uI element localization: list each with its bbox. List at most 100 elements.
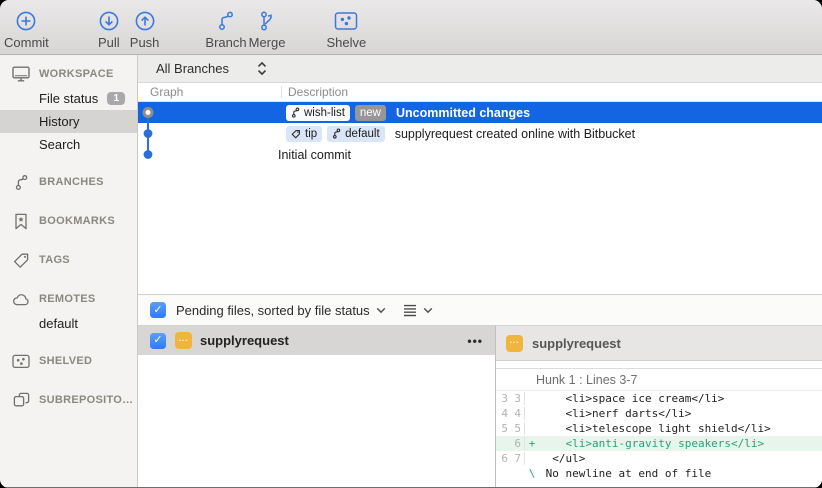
pending-files-bar: ✓ Pending files, sorted by file status [138,294,822,326]
branch-icon [11,174,31,191]
diff-file-name: supplyrequest [532,336,621,351]
more-actions-button[interactable]: ••• [467,334,483,348]
branch-button[interactable]: Branch [205,8,246,50]
sidebar-section-subrepositories[interactable]: SUBREPOSITO… [0,387,137,413]
column-divider[interactable] [281,86,282,98]
new-badge: new [355,105,386,121]
checkmark-icon: ✓ [153,335,162,346]
branch-filter-value: All Branches [156,61,229,76]
pending-checkbox[interactable]: ✓ [150,302,166,318]
branch-badge: wish-list [286,105,350,121]
sidebar-item-default-remote[interactable]: default [0,312,137,335]
sort-menu-button[interactable] [403,304,433,317]
sidebar-section-remotes[interactable]: REMOTES [0,286,137,312]
column-header-graph[interactable]: Graph [138,85,281,99]
sidebar-item-file-status[interactable]: File status 1 [0,87,137,110]
search-label: Search [39,137,80,152]
branch-badge-label: wish-list [304,107,345,119]
line-number-old [496,437,508,450]
sidebar-section-branches[interactable]: BRANCHES [0,169,137,195]
sidebar-section-shelved[interactable]: SHELVED [0,348,137,374]
modified-file-icon: ··· [175,332,192,349]
subrepositories-icon [11,392,31,408]
commit-icon [15,8,37,33]
line-number-old: 5 [496,422,508,435]
workspace-label: WORKSPACE [39,68,114,80]
pull-button[interactable]: Pull [98,8,120,50]
diff-file-header: ··· supplyrequest [496,326,822,361]
tag-icon [11,252,31,268]
line-number-new: 3 [508,392,521,405]
line-number-new: 6 [508,437,521,450]
diff-code: No newline at end of file [539,467,711,480]
commit-row-tip[interactable]: tip default supplyrequest created online… [138,123,822,144]
pull-icon [98,8,120,33]
bookmarks-label: BOOKMARKS [39,215,115,227]
commit-message: supplyrequest created online with Bitbuc… [395,127,635,141]
diff-marker: + [525,437,539,450]
hunk-header: Hunk 1 : Lines 3-7 [496,369,822,391]
hamburger-icon [403,304,417,317]
shelve-icon [334,8,358,33]
merge-icon [259,8,276,33]
subrepositories-label: SUBREPOSITO… [39,394,133,406]
diff-line: 67 </ul> [496,451,822,466]
diff-line-no-newline: \ No newline at end of file [496,466,822,481]
diff-code: <li>space ice cream</li> [539,392,724,405]
remotes-label: REMOTES [39,293,96,305]
line-number-old: 6 [496,452,508,465]
tag-badge-label: tip [305,128,317,140]
pending-files-label[interactable]: Pending files, sorted by file status [176,303,370,318]
commit-list-header: Graph Description [138,83,822,102]
shelve-button[interactable]: Shelve [326,8,366,50]
merge-button[interactable]: Merge [249,8,286,50]
branch-badge: default [327,126,385,142]
diff-code: <li>telescope light shield</li> [539,422,771,435]
commit-list: wish-list new Uncommitted changes tip [138,102,822,165]
bookmark-icon [11,213,31,230]
diff-line: 33 <li>space ice cream</li> [496,391,822,406]
file-list: ✓ ··· supplyrequest ••• [138,326,495,487]
commit-message: Initial commit [278,148,351,162]
diff-marker: \ [525,467,539,480]
commit-row-uncommitted[interactable]: wish-list new Uncommitted changes [138,102,822,123]
commit-button-label: Commit [4,35,49,50]
sidebar-item-history[interactable]: History [0,110,137,133]
branch-filter-bar: All Branches [138,55,822,83]
sourcetree-window: Commit Pull Push Branch [0,0,822,488]
branch-icon [216,8,236,33]
history-label: History [39,114,79,129]
push-icon [134,8,156,33]
tags-label: TAGS [39,254,70,266]
file-status-label: File status [39,91,98,106]
diff-line: 55 <li>telescope light shield</li> [496,421,822,436]
pull-button-label: Pull [98,35,120,50]
line-number-old: 4 [496,407,508,420]
checkmark-icon: ✓ [153,305,162,316]
sidebar-section-tags[interactable]: TAGS [0,247,137,273]
diff-code: <li>anti-gravity speakers</li> [539,437,764,450]
column-header-description[interactable]: Description [281,85,348,99]
chevron-down-icon[interactable] [376,307,386,314]
sidebar-section-bookmarks[interactable]: BOOKMARKS [0,208,137,234]
branch-filter-stepper[interactable] [257,61,267,76]
sidebar-section-workspace[interactable]: WORKSPACE [0,61,137,87]
sidebar-item-search[interactable]: Search [0,133,137,156]
commit-button[interactable]: Commit [4,8,49,50]
file-row[interactable]: ✓ ··· supplyrequest ••• [138,326,495,355]
branches-label: BRANCHES [39,176,104,188]
line-number-new: 5 [508,422,521,435]
sidebar: WORKSPACE File status 1 History Search B… [0,55,138,487]
push-button-label: Push [130,35,160,50]
diff-lines: 33 <li>space ice cream</li> 44 <li>nerf … [496,391,822,481]
diff-line-added: 6 + <li>anti-gravity speakers</li> [496,436,822,451]
push-button[interactable]: Push [130,8,160,50]
file-name: supplyrequest [200,333,289,348]
commit-row-initial[interactable]: Initial commit [138,144,822,165]
shelf-box-icon [11,354,31,369]
toolbar: Commit Pull Push Branch [0,0,822,55]
shelve-button-label: Shelve [326,35,366,50]
file-checkbox[interactable]: ✓ [150,333,166,349]
monitor-icon [11,66,31,82]
commit-message: Uncommitted changes [396,106,530,120]
